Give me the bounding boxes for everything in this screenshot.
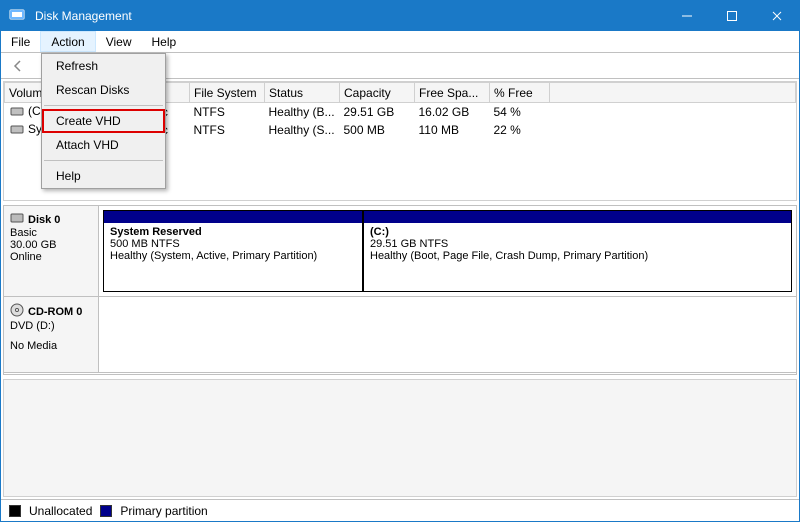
legend-primary-icon bbox=[100, 505, 112, 517]
partition-system-reserved[interactable]: System Reserved 500 MB NTFS Healthy (Sys… bbox=[103, 210, 363, 292]
legend-unallocated-label: Unallocated bbox=[29, 504, 92, 518]
col-fs[interactable]: File System bbox=[190, 83, 265, 103]
menu-separator bbox=[44, 160, 163, 161]
legend-unallocated-icon bbox=[9, 505, 21, 517]
menu-file[interactable]: File bbox=[1, 31, 40, 52]
menubar: File Action View Help Refresh Rescan Dis… bbox=[1, 31, 799, 53]
cd-icon bbox=[10, 303, 24, 320]
statusbar: Unallocated Primary partition bbox=[1, 499, 799, 521]
menu-create-vhd[interactable]: Create VHD bbox=[42, 109, 165, 133]
toolbar-back-icon[interactable] bbox=[9, 57, 27, 75]
col-spacer bbox=[550, 83, 796, 103]
disk-row-cdrom[interactable]: CD-ROM 0 DVD (D:) No Media bbox=[4, 297, 796, 373]
col-free[interactable]: Free Spa... bbox=[415, 83, 490, 103]
partition-header bbox=[104, 211, 362, 223]
col-status[interactable]: Status bbox=[265, 83, 340, 103]
col-pct[interactable]: % Free bbox=[490, 83, 550, 103]
disk-icon bbox=[10, 212, 24, 227]
col-capacity[interactable]: Capacity bbox=[340, 83, 415, 103]
window: Disk Management File Action View Help Re… bbox=[0, 0, 800, 522]
minimize-button[interactable] bbox=[664, 1, 709, 31]
disk-row-disk0[interactable]: Disk 0 Basic 30.00 GB Online System Rese… bbox=[4, 206, 796, 297]
menu-view[interactable]: View bbox=[96, 31, 142, 52]
disk-info-disk0: Disk 0 Basic 30.00 GB Online bbox=[4, 206, 99, 296]
partition-header bbox=[364, 211, 791, 223]
titlebar: Disk Management bbox=[1, 1, 799, 31]
cdrom-empty-area bbox=[99, 297, 796, 372]
app-icon bbox=[9, 7, 27, 25]
disk-layout-disk0: System Reserved 500 MB NTFS Healthy (Sys… bbox=[99, 206, 796, 296]
menu-action[interactable]: Action bbox=[40, 31, 95, 52]
menu-rescan-disks[interactable]: Rescan Disks bbox=[42, 78, 165, 102]
drive-icon bbox=[10, 122, 24, 136]
partition-c[interactable]: (C:) 29.51 GB NTFS Healthy (Boot, Page F… bbox=[363, 210, 792, 292]
menu-separator bbox=[44, 105, 163, 106]
empty-area bbox=[3, 379, 797, 497]
menu-attach-vhd[interactable]: Attach VHD bbox=[42, 133, 165, 157]
disk-info-cdrom: CD-ROM 0 DVD (D:) No Media bbox=[4, 297, 99, 372]
legend-primary-label: Primary partition bbox=[120, 504, 207, 518]
menu-help-item[interactable]: Help bbox=[42, 164, 165, 188]
menu-refresh[interactable]: Refresh bbox=[42, 54, 165, 78]
close-button[interactable] bbox=[754, 1, 799, 31]
menu-help[interactable]: Help bbox=[142, 31, 187, 52]
maximize-button[interactable] bbox=[709, 1, 754, 31]
window-title: Disk Management bbox=[35, 9, 664, 23]
action-dropdown: Refresh Rescan Disks Create VHD Attach V… bbox=[41, 53, 166, 189]
drive-icon bbox=[10, 104, 24, 118]
disk-panel: Disk 0 Basic 30.00 GB Online System Rese… bbox=[3, 205, 797, 375]
